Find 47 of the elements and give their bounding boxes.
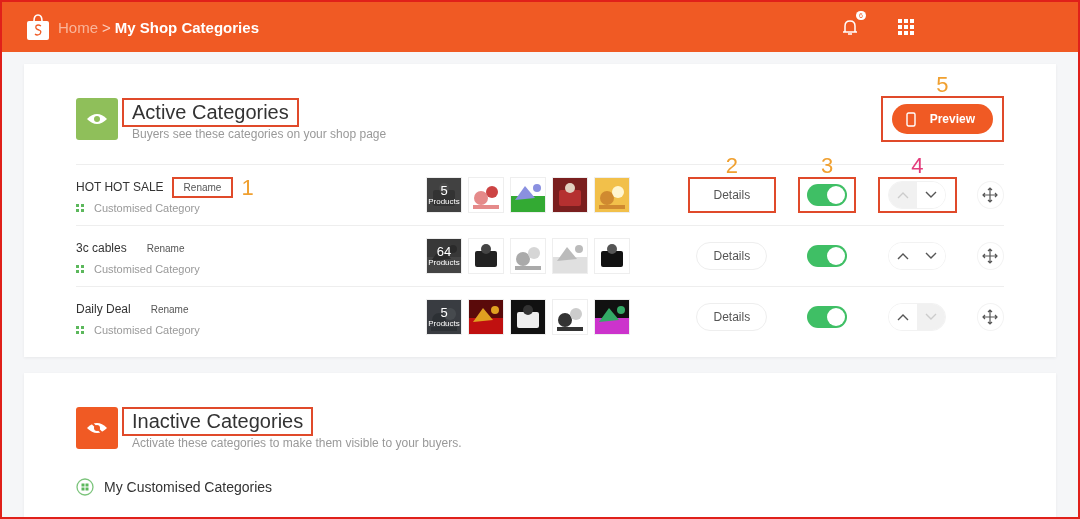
toggle-switch[interactable] (807, 306, 848, 328)
section-title: Active Categories (122, 98, 299, 127)
chevron-up-icon (897, 252, 910, 260)
product-count: 5 (440, 306, 448, 319)
chevron-down-icon (925, 313, 938, 321)
shopping-bag-icon[interactable] (26, 13, 50, 41)
product-count-label: Products (428, 319, 460, 328)
category-name: Daily Deal (76, 302, 131, 316)
eye-off-icon (76, 407, 118, 449)
grid-icon (76, 478, 94, 496)
apps-grid-icon[interactable] (898, 19, 914, 35)
section-subtitle: Activate these categories to make them visible to your buyers. (132, 436, 462, 450)
drag-move-icon[interactable] (982, 309, 999, 325)
callout-number: 5 (936, 74, 949, 96)
eye-icon (76, 98, 118, 140)
details-button[interactable]: Details (696, 242, 768, 270)
callout-number: 3 (820, 155, 834, 177)
section-title: Inactive Categories (122, 407, 314, 436)
toggle-switch[interactable] (807, 245, 848, 267)
product-count-label: Products (428, 197, 460, 206)
product-count: 64 (436, 245, 452, 258)
callout-number: 2 (725, 155, 738, 177)
toggle-switch[interactable] (807, 184, 848, 206)
product-count: 5 (440, 184, 448, 197)
breadcrumb-separator: > (102, 18, 111, 36)
product-count-label: Products (428, 258, 460, 267)
chevron-up-icon (897, 313, 910, 321)
category-type: Customised Category (94, 201, 200, 214)
category-name: HOT HOT SALE (76, 180, 164, 194)
grid-icon (76, 203, 84, 212)
callout-number: 1 (241, 176, 254, 199)
category-name: 3c cables (76, 241, 127, 255)
group-title: My Customised Categories (104, 479, 273, 495)
grid-icon (76, 264, 84, 273)
chevron-down-icon (925, 252, 938, 260)
drag-move-icon[interactable] (982, 248, 999, 264)
chevron-up-icon (897, 191, 910, 199)
callout-number: 4 (911, 155, 924, 177)
details-button[interactable]: Details (696, 303, 768, 331)
section-subtitle: Buyers see these categories on your shop page (132, 127, 387, 141)
category-type: Customised Category (94, 262, 200, 275)
bell-icon[interactable] (840, 17, 860, 37)
drag-move-icon[interactable] (982, 187, 999, 203)
grid-icon (76, 325, 84, 334)
phone-icon (905, 111, 916, 127)
chevron-down-icon (925, 191, 938, 199)
category-type: Customised Category (94, 323, 200, 336)
